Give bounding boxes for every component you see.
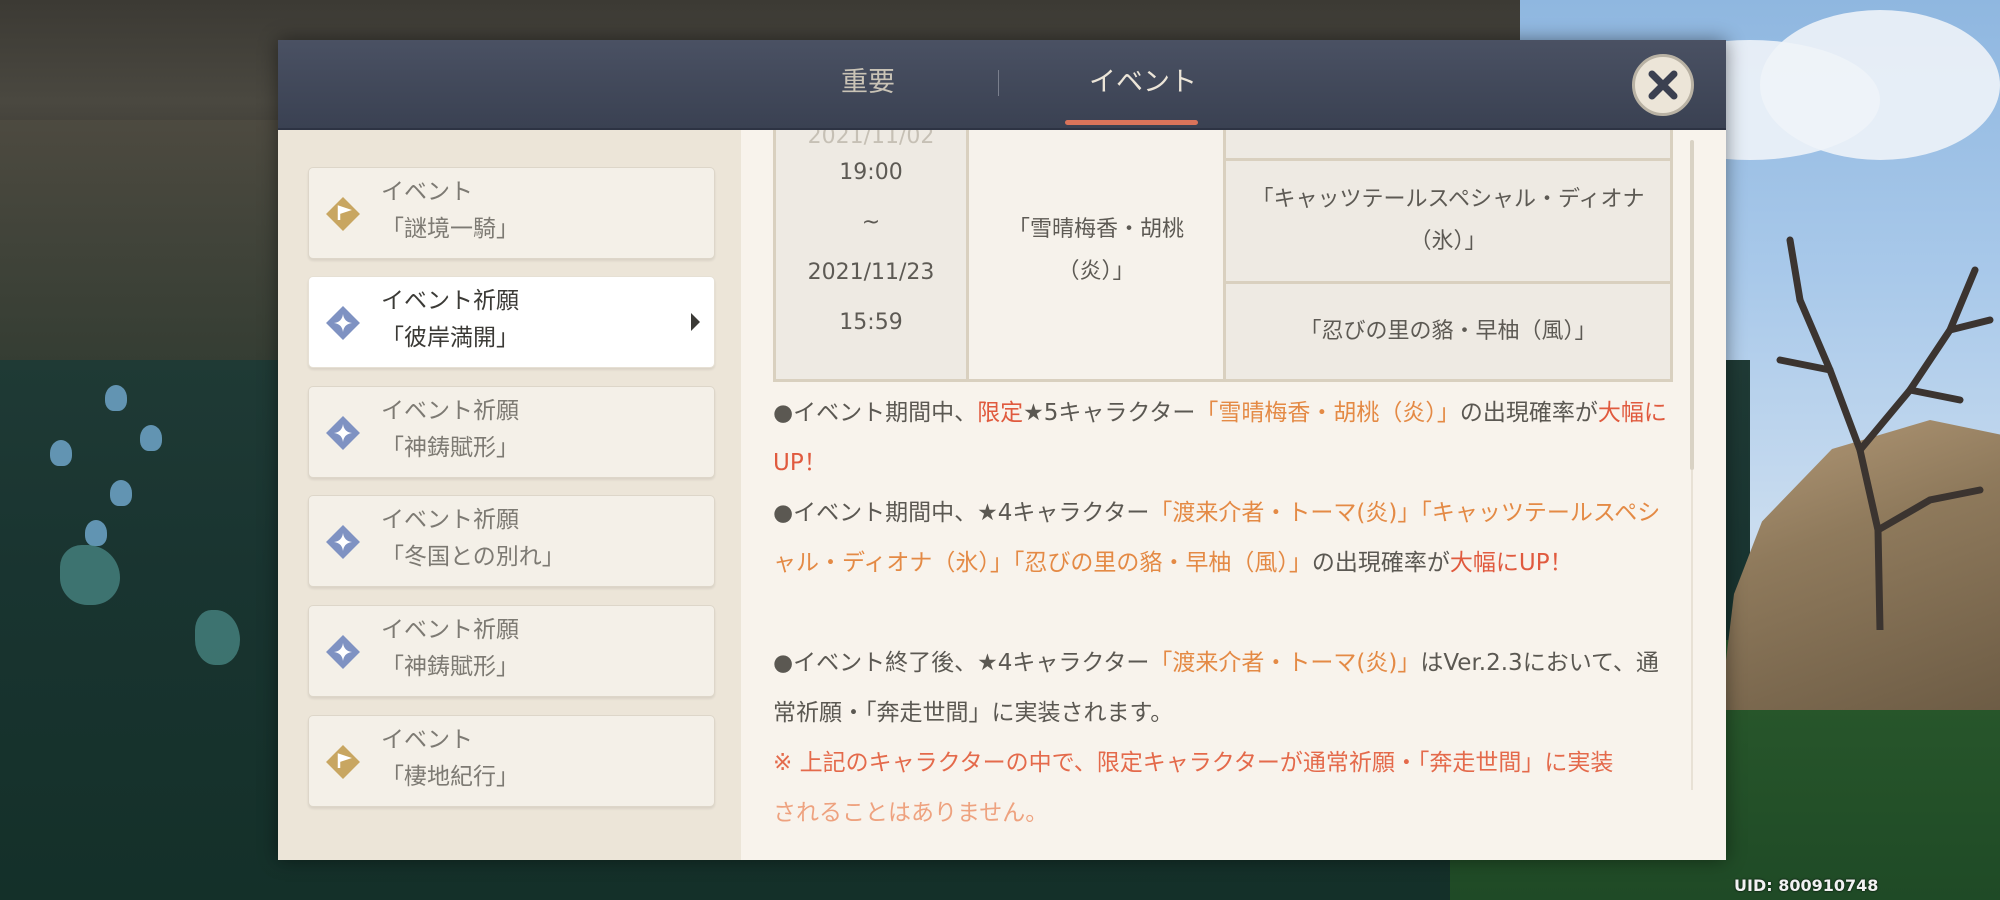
sidebar-item-title: イベント祈願 <box>381 288 519 314</box>
period-start-time: 19:00 <box>839 160 903 185</box>
event-sidebar: イベント 「謎境一騎」 イベント祈願 「彼岸満開」 イベント祈願 「神鋳賦形」 <box>278 130 741 860</box>
table-cell-period: 2021/11/02 19:00 ~ 2021/11/23 15:59 <box>773 130 969 382</box>
five-star-character: 「雪晴梅香・胡桃（炎）」 <box>1007 217 1184 284</box>
star-diamond-icon <box>326 416 360 450</box>
cloud <box>1760 10 2000 160</box>
sidebar-item-title: イベント祈願 <box>381 507 519 533</box>
table-cell-five-star: 「雪晴梅香・胡桃（炎）」 <box>966 130 1226 382</box>
period-end-date: 2021/11/23 <box>807 260 935 285</box>
flag-diamond-icon <box>326 745 360 779</box>
bare-tree <box>1776 236 1994 630</box>
flower <box>110 480 132 506</box>
sidebar-item-event-5[interactable]: イベント祈願 「神鋳賦形」 <box>308 605 715 697</box>
table-cell-four-star-2: 「忍びの里の貉・早柚（風）」 <box>1223 281 1673 382</box>
paragraph-after-event: ●イベント終了後、★4キャラクター「渡来介者・トーマ(炎)」はVer.2.3にお… <box>773 638 1673 738</box>
paragraph-note: ※ 上記のキャラクターの中で、限定キャラクターが通常祈願・「奔走世間」に実装 さ… <box>773 738 1673 838</box>
text: ！ <box>1549 550 1573 576</box>
flower <box>85 520 107 546</box>
highlight-limited: 限定 <box>977 400 1024 426</box>
event-detail-content[interactable]: 2021/11/02 19:00 ~ 2021/11/23 15:59 「雪晴梅… <box>741 130 1726 860</box>
highlight-character: 「渡来介者・トーマ(炎)」 <box>1149 650 1421 676</box>
close-icon <box>1648 70 1678 100</box>
note-text: ※ 上記のキャラクターの中で、限定キャラクターが通常祈願・「奔走世間」に実装 <box>773 750 1614 776</box>
notice-dialog: 重要 イベント イベント 「謎境一騎」 イベント祈願 「彼岸満開」 イベント祈願… <box>278 40 1726 860</box>
sidebar-item-subtitle: 「神鋳賦形」 <box>381 654 519 680</box>
sidebar-item-title: イベント祈願 <box>381 617 519 643</box>
four-star-character: 「キャッツテールスペシャル・ディオナ（氷）」 <box>1251 187 1645 254</box>
schedule-table: 2021/11/02 19:00 ~ 2021/11/23 15:59 「雪晴梅… <box>773 130 1673 426</box>
star-diamond-icon <box>326 525 360 559</box>
sidebar-item-event-2[interactable]: イベント祈願 「彼岸満開」 <box>308 276 715 368</box>
sidebar-item-event-6[interactable]: イベント 「棲地紀行」 <box>308 715 715 807</box>
flag-diamond-icon <box>326 197 360 231</box>
note-text-faded: されることはありません。 <box>773 800 1049 826</box>
period-end-time: 15:59 <box>839 310 903 335</box>
sidebar-item-event-4[interactable]: イベント祈願 「冬国との別れ」 <box>308 495 715 587</box>
sidebar-item-subtitle: 「冬国との別れ」 <box>381 544 565 570</box>
text: ●イベント期間中、★4キャラクター <box>773 500 1150 526</box>
four-star-character: 「忍びの里の貉・早柚（風）」 <box>1299 318 1597 344</box>
paragraph-rate-up-5star: ●イベント期間中、限定★5キャラクター「雪晴梅香・胡桃（炎）」の出現確率が大幅に… <box>773 388 1673 488</box>
table-cell-four-star-1: 「キャッツテールスペシャル・ディオナ（氷）」 <box>1223 158 1673 284</box>
active-tab-indicator <box>1065 120 1198 125</box>
text: ●イベント期間中、 <box>773 400 978 426</box>
paragraph-rate-up-4star: ●イベント期間中、★4キャラクター「渡来介者・トーマ(炎)」「キャッツテールスペ… <box>773 488 1673 588</box>
scrollbar-thumb[interactable] <box>1690 140 1694 470</box>
flower <box>140 425 162 451</box>
highlight-rate-up: 大幅にUP <box>1449 550 1550 576</box>
sidebar-item-event-3[interactable]: イベント祈願 「神鋳賦形」 <box>308 386 715 478</box>
uid-label: UID: 800910748 <box>1734 876 1879 895</box>
sidebar-item-subtitle: 「棲地紀行」 <box>381 764 519 790</box>
tab-event[interactable]: イベント <box>1058 40 1228 128</box>
text: ●イベント終了後、★4キャラクター <box>773 650 1150 676</box>
period-start-date: 2021/11/02 <box>807 130 935 148</box>
sidebar-item-title: イベント <box>381 727 473 753</box>
tab-divider <box>998 70 999 96</box>
period-tilde: ~ <box>861 210 881 235</box>
sidebar-item-subtitle: 「謎境一騎」 <box>381 216 519 242</box>
highlight-character: 「雪晴梅香・胡桃（炎）」 <box>1195 400 1460 426</box>
sidebar-item-subtitle: 「神鋳賦形」 <box>381 435 519 461</box>
star-diamond-icon <box>326 635 360 669</box>
text: の出現確率が <box>1311 550 1450 576</box>
tab-bar: 重要 イベント <box>278 40 1726 130</box>
text: の出現確率が <box>1459 400 1598 426</box>
sidebar-item-title: イベント <box>381 179 473 205</box>
close-button[interactable] <box>1632 54 1694 116</box>
sidebar-item-event-1[interactable]: イベント 「謎境一騎」 <box>308 167 715 259</box>
selected-arrow-icon <box>691 313 700 331</box>
text: ★5キャラクター <box>1023 400 1196 426</box>
scrollbar-track <box>1691 470 1693 790</box>
sidebar-item-subtitle: 「彼岸満開」 <box>381 325 519 351</box>
flower <box>105 385 127 411</box>
table-cell-blank <box>1223 130 1673 161</box>
sidebar-item-title: イベント祈願 <box>381 398 519 424</box>
tab-important[interactable]: 重要 <box>798 40 938 128</box>
star-diamond-icon <box>326 306 360 340</box>
text: ！ <box>803 450 827 476</box>
flower <box>50 440 72 466</box>
